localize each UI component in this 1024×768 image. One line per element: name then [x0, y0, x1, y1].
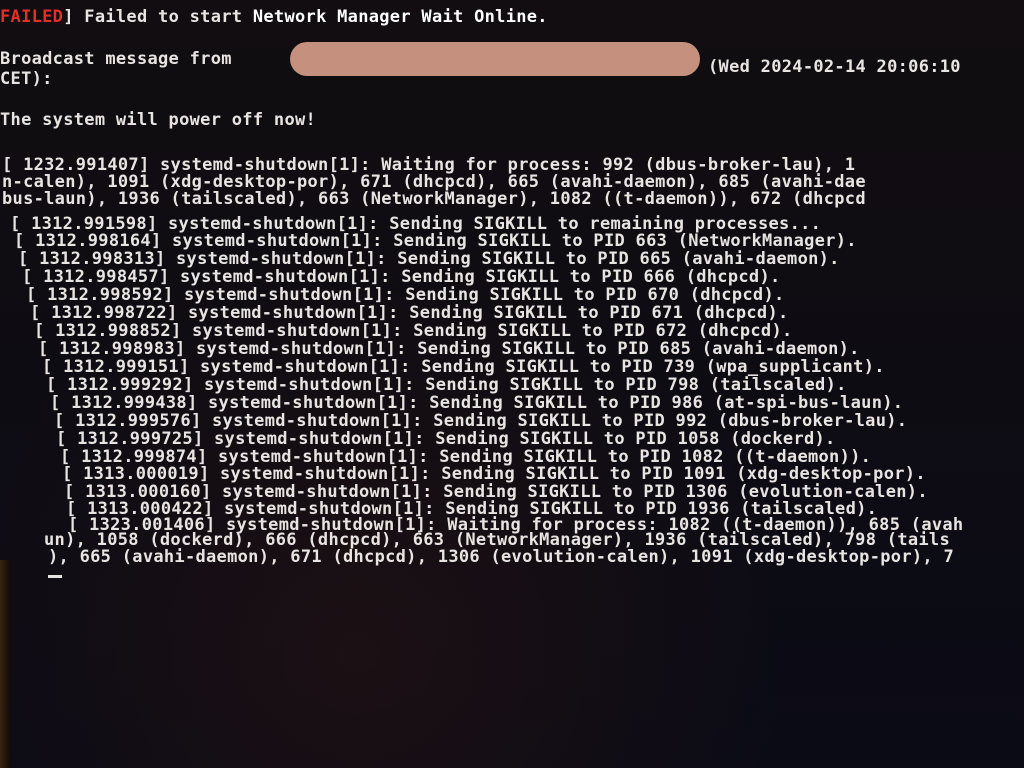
monitor-bezel — [0, 560, 10, 768]
log-line: [ 1312.999151] systemd-shutdown[1]: Send… — [42, 357, 885, 377]
log-line: bus-laun), 1936 (tailscaled), 663 (Netwo… — [2, 189, 866, 209]
failed-status-line: FAILED] Failed to start Network Manager … — [0, 8, 548, 26]
terminal-output: FAILED] Failed to start Network Manager … — [0, 0, 1024, 578]
text-cursor — [48, 575, 62, 578]
broadcast-prefix: Broadcast message from — [0, 49, 232, 69]
log-line: [ 1312.999725] systemd-shutdown[1]: Send… — [56, 429, 836, 449]
log-line: [ 1312.998164] systemd-shutdown[1]: Send… — [14, 231, 857, 251]
failed-unit-name: Network Manager Wait Online. — [252, 7, 548, 27]
log-line: [ 1312.998457] systemd-shutdown[1]: Send… — [22, 267, 781, 287]
broadcast-timezone: CET): — [0, 69, 53, 89]
log-line: [ 1312.998852] systemd-shutdown[1]: Send… — [34, 321, 793, 341]
poweroff-message: The system will power off now! — [0, 110, 317, 130]
log-line: [ 1312.999576] systemd-shutdown[1]: Send… — [54, 411, 908, 431]
log-line: [ 1312.999438] systemd-shutdown[1]: Send… — [50, 393, 904, 413]
log-line: [ 1312.998313] systemd-shutdown[1]: Send… — [18, 249, 840, 269]
failed-bracket: ] — [63, 7, 85, 27]
log-line: [ 1312.998722] systemd-shutdown[1]: Send… — [30, 303, 789, 323]
broadcast-date: (Wed 2024-02-14 20:06:10 — [708, 57, 961, 77]
log-line: ), 665 (avahi-daemon), 671 (dhcpcd), 130… — [48, 547, 954, 567]
log-line: [ 1313.000019] systemd-shutdown[1]: Send… — [62, 464, 926, 484]
redacted-hostname — [290, 42, 700, 76]
log-line: [ 1312.999292] systemd-shutdown[1]: Send… — [46, 375, 847, 395]
failed-message: Failed to start — [84, 7, 253, 27]
log-line: [ 1312.998983] systemd-shutdown[1]: Send… — [38, 339, 860, 359]
log-line: [ 1312.998592] systemd-shutdown[1]: Send… — [26, 285, 785, 305]
failed-tag: FAILED — [0, 7, 64, 27]
